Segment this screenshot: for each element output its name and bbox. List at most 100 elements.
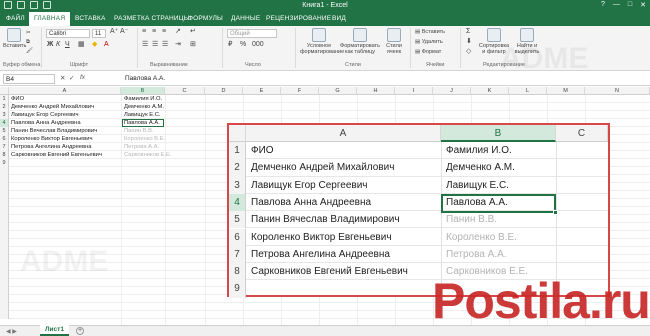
row-header[interactable]: [0, 295, 9, 303]
format-painter-icon[interactable]: 🖌: [26, 48, 33, 54]
maximize-button[interactable]: □: [628, 1, 632, 9]
column-header-n[interactable]: N: [585, 87, 650, 95]
align-middle-icon[interactable]: ≡: [152, 28, 156, 35]
zoom-row-header[interactable]: 9: [229, 280, 246, 298]
cell[interactable]: Лавищук Егор Сергеевич: [11, 112, 79, 118]
align-bottom-icon[interactable]: ≡: [162, 28, 166, 35]
indent-icon[interactable]: ⇥: [175, 41, 181, 48]
bold-icon[interactable]: Ж: [47, 41, 53, 48]
cell[interactable]: Павлова Анна Андреевна: [11, 120, 81, 126]
merge-icon[interactable]: ⊞: [190, 41, 196, 48]
format-cells-button[interactable]: ▤ Формат: [415, 49, 441, 55]
delete-cells-button[interactable]: ▤ Удалить: [415, 39, 443, 45]
row-header[interactable]: 9: [0, 159, 9, 167]
flash-fill-suggestion[interactable]: Панин В.В.: [124, 128, 154, 134]
zoom-row-header[interactable]: 2: [229, 159, 246, 177]
font-color-icon[interactable]: A: [104, 41, 109, 48]
zoom-column-header-b[interactable]: B: [441, 125, 556, 142]
row-header[interactable]: 4: [0, 119, 9, 127]
zoom-row-header[interactable]: 8: [229, 263, 246, 281]
thousands-icon[interactable]: 000: [252, 41, 264, 48]
row-header[interactable]: [0, 199, 9, 207]
font-name-select[interactable]: Calibri: [46, 29, 90, 38]
fill-handle[interactable]: [553, 210, 558, 215]
row-header[interactable]: [0, 175, 9, 183]
zoom-cell[interactable]: Петрова Ангелина Андреевна: [251, 249, 390, 260]
fill-color-icon[interactable]: ◆: [92, 41, 97, 48]
fill-icon[interactable]: ⬇: [466, 38, 472, 45]
row-header[interactable]: [0, 271, 9, 279]
zoom-column-header-a[interactable]: A: [246, 125, 441, 142]
tab-insert[interactable]: ВСТАВКА: [75, 15, 106, 22]
enter-icon[interactable]: ✓: [69, 74, 74, 82]
wrap-text-icon[interactable]: ↵: [190, 28, 196, 35]
tab-view[interactable]: ВИД: [332, 15, 346, 22]
zoom-flash-fill-suggestion[interactable]: Короленко В.Е.: [446, 232, 517, 243]
zoom-cell[interactable]: Павлова Анна Андреевна: [251, 197, 371, 208]
align-center-icon[interactable]: ☰: [152, 41, 158, 48]
orientation-icon[interactable]: ↗: [175, 28, 181, 35]
paste-button[interactable]: Вставить: [3, 28, 26, 49]
row-header[interactable]: 7: [0, 143, 9, 151]
zoom-row-header[interactable]: 4: [229, 193, 246, 212]
zoom-row-header[interactable]: 6: [229, 228, 246, 246]
align-top-icon[interactable]: ≡: [142, 28, 146, 35]
sheet-nav-arrows-icon[interactable]: ◀ ▶: [6, 328, 17, 335]
select-all-corner[interactable]: [0, 87, 9, 95]
row-header[interactable]: 6: [0, 135, 9, 143]
cell[interactable]: Панин Вячеслав Владимирович: [11, 128, 97, 134]
row-header[interactable]: 5: [0, 127, 9, 135]
cancel-icon[interactable]: ✕: [60, 74, 65, 82]
row-header[interactable]: 3: [0, 111, 9, 119]
row-header[interactable]: [0, 167, 9, 175]
zoom-cell[interactable]: Демченко Андрей Михайлович: [251, 162, 394, 173]
flash-fill-suggestion[interactable]: Сарковников Е.Е.: [124, 152, 172, 158]
column-header-c[interactable]: C: [165, 87, 205, 95]
row-header[interactable]: [0, 303, 9, 311]
formula-input[interactable]: Павлова А.А.: [125, 75, 165, 82]
row-header[interactable]: [0, 311, 9, 319]
cell[interactable]: Демченко Андрей Михайлович: [11, 104, 94, 110]
tab-home[interactable]: ГЛАВНАЯ: [29, 12, 71, 26]
row-header[interactable]: 2: [0, 103, 9, 111]
zoom-column-header-c[interactable]: C: [556, 125, 608, 142]
tab-data[interactable]: ДАННЫЕ: [231, 15, 260, 22]
insert-function-button[interactable]: fx: [80, 74, 85, 81]
cell-styles-button[interactable]: Стили ячеек: [382, 28, 406, 55]
flash-fill-suggestion[interactable]: Петрова А.А.: [124, 144, 159, 150]
zoom-cell[interactable]: Панин Вячеслав Владимирович: [251, 214, 400, 225]
column-header-j[interactable]: J: [433, 87, 471, 95]
underline-icon[interactable]: Ч: [65, 41, 70, 48]
zoom-cell[interactable]: Фамилия И.О.: [446, 145, 512, 156]
row-header[interactable]: [0, 287, 9, 295]
column-header-a[interactable]: A: [9, 87, 121, 95]
row-header[interactable]: [0, 279, 9, 287]
number-format-select[interactable]: Общий: [227, 29, 277, 38]
name-box[interactable]: B4: [3, 74, 55, 84]
zoom-cell[interactable]: Короленко Виктор Евгеньевич: [251, 232, 392, 243]
font-size-select[interactable]: 11: [92, 29, 106, 38]
tab-file[interactable]: ФАЙЛ: [6, 15, 25, 22]
zoom-row-header[interactable]: 1: [229, 142, 246, 160]
zoom-cell[interactable]: Сарковников Евгений Евгеньевич: [251, 266, 408, 277]
flash-fill-suggestion[interactable]: Короленко В.Е.: [124, 136, 165, 142]
align-right-icon[interactable]: ☰: [162, 41, 168, 48]
cell[interactable]: Фамилия И.О.: [124, 96, 162, 102]
align-left-icon[interactable]: ☰: [142, 41, 148, 48]
percent-icon[interactable]: %: [240, 41, 246, 48]
zoom-cell[interactable]: ФИО: [251, 145, 274, 156]
grow-font-icon[interactable]: A⁺: [110, 28, 118, 35]
zoom-flash-fill-suggestion[interactable]: Петрова А.А.: [446, 249, 507, 260]
zoom-cell[interactable]: Демченко А.М.: [446, 162, 515, 173]
column-header-l[interactable]: L: [509, 87, 547, 95]
column-header-f[interactable]: F: [281, 87, 319, 95]
row-header[interactable]: 1: [0, 95, 9, 103]
zoom-row-header[interactable]: 5: [229, 211, 246, 229]
zoom-row-header[interactable]: 7: [229, 245, 246, 264]
zoom-cell[interactable]: Лавищук Е.С.: [446, 180, 509, 191]
tab-page-layout[interactable]: РАЗМЕТКА СТРАНИЦЫ: [114, 15, 190, 22]
cut-icon[interactable]: ✂: [26, 30, 31, 36]
insert-cells-button[interactable]: ▤ Вставить: [415, 29, 445, 35]
minimize-button[interactable]: —: [613, 1, 620, 9]
column-header-g[interactable]: G: [319, 87, 357, 95]
